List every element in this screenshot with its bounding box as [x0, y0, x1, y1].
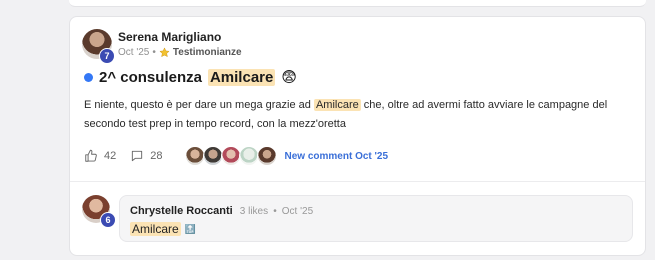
post-body[interactable]: E niente, questo è per dare un mega graz… [84, 96, 634, 134]
like-count: 42 [104, 150, 117, 162]
post-body-start: E niente, questo è per dare un mega graz… [84, 99, 314, 111]
post-meta: Oct '25 • Testimonianze [118, 47, 242, 58]
comment-likes[interactable]: 3 likes [240, 206, 268, 217]
commenter-avatar [184, 146, 205, 166]
top-emoji-icon: 🔝 [184, 223, 196, 234]
previous-post-card-edge [69, 0, 646, 7]
post-title[interactable]: 2^ consulenza Amilcare 😨 [84, 68, 297, 86]
commenter-avatar [202, 146, 223, 166]
star-icon [159, 47, 170, 58]
meta-separator: • [152, 47, 156, 58]
comment-separator: • [273, 206, 277, 217]
post-date: Oct '25 [118, 47, 150, 58]
post-stats: 42 28 New comment Oct '25 [84, 146, 388, 166]
comment-button[interactable]: 28 [130, 149, 163, 163]
comment-count: 28 [150, 150, 163, 162]
commenter-avatar [220, 146, 241, 166]
commenter-avatars[interactable] [184, 146, 277, 166]
post-author-name[interactable]: Serena Marigliano [118, 30, 221, 44]
post-title-emoji: 😨 [281, 69, 297, 86]
commenter-avatar [256, 146, 277, 166]
post-body-mention: Amilcare [313, 99, 361, 111]
post-title-mention: Amilcare [207, 68, 276, 86]
like-button[interactable]: 42 [84, 149, 116, 163]
comment-text: Amilcare 🔝 [130, 222, 196, 236]
commenter-avatar [238, 146, 259, 166]
post-category[interactable]: Testimonianze [173, 47, 242, 58]
thumbs-up-icon [84, 149, 98, 163]
unread-dot-icon [84, 72, 93, 82]
commenter-level-badge: 6 [100, 212, 116, 228]
speech-bubble-icon [130, 149, 144, 163]
post-title-prefix: 2^ consulenza [99, 68, 202, 86]
comment-date: Oct '25 [281, 206, 314, 217]
comment-author-name[interactable]: Chrystelle Roccanti [130, 205, 233, 217]
comment-header: Chrystelle Roccanti 3 likes • Oct '25 [130, 205, 313, 217]
new-comment-link[interactable]: New comment Oct '25 [285, 151, 389, 162]
comment-mention: Amilcare [130, 222, 181, 236]
comments-divider [70, 181, 645, 182]
comment-bubble[interactable]: Chrystelle Roccanti 3 likes • Oct '25 Am… [119, 195, 633, 242]
author-level-badge: 7 [99, 48, 115, 64]
